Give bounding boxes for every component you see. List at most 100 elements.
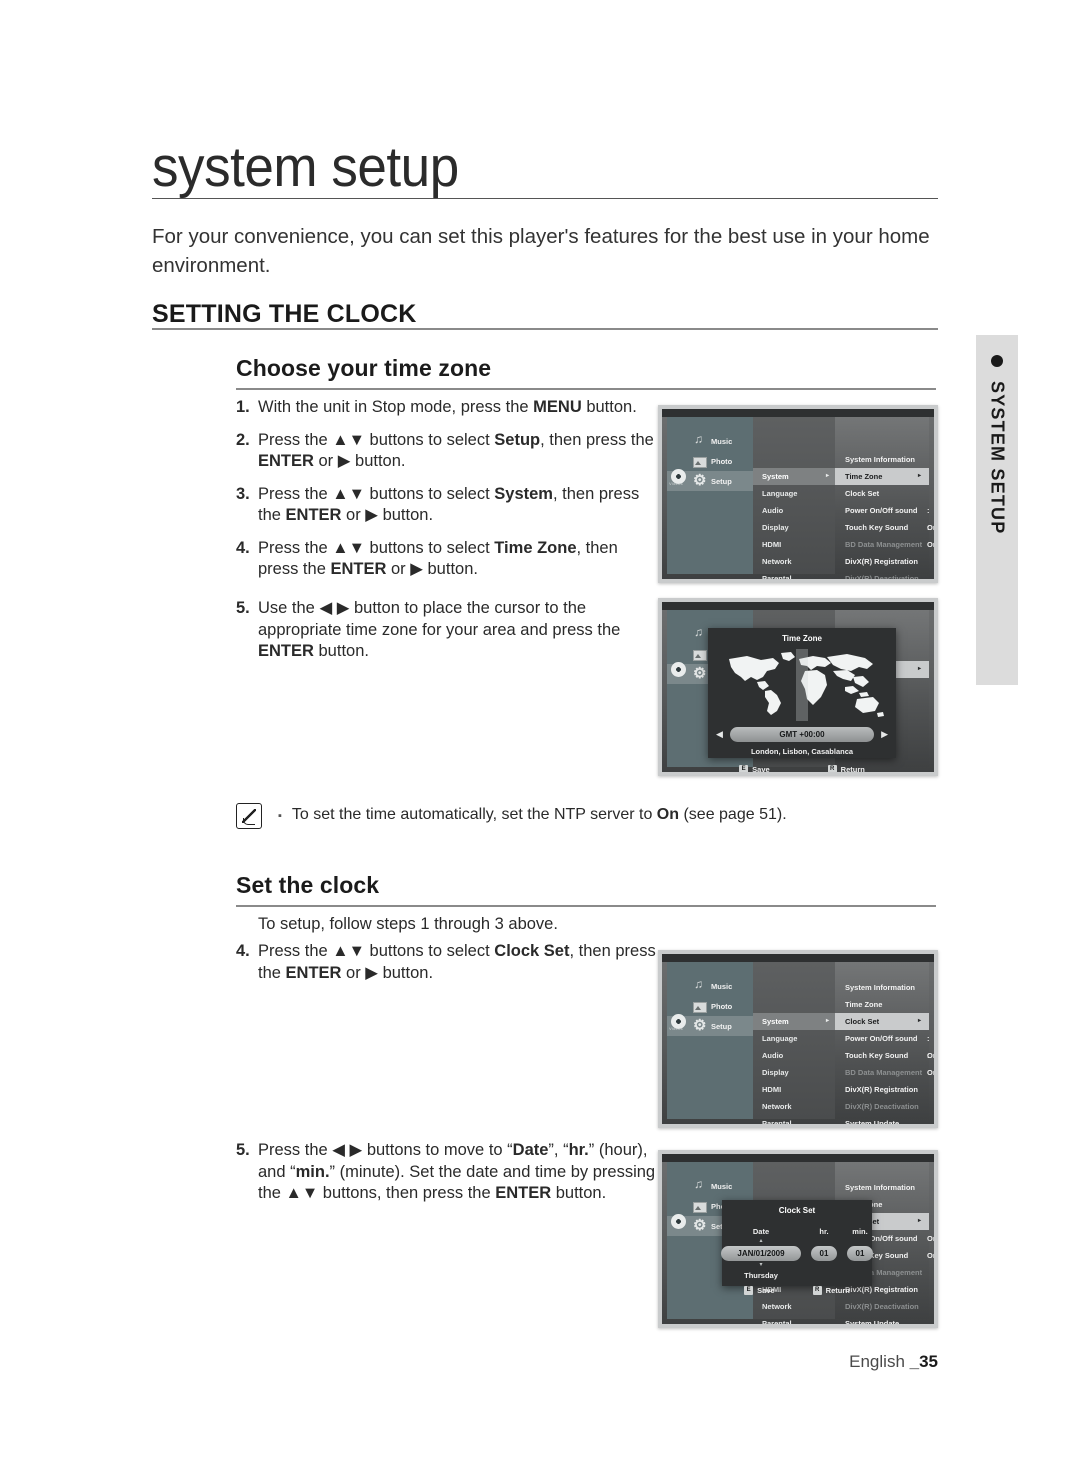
return-button[interactable]: R Return: [812, 1286, 850, 1295]
osd-option-item[interactable]: DivX(R) Deactivation: [835, 570, 929, 579]
step-item: 4. Press the ▲▼ buttons to select Time Zo…: [236, 538, 656, 581]
osd-category-item[interactable]: Language: [753, 485, 835, 502]
enter-key-icon: E: [739, 765, 749, 772]
return-label: Return: [825, 1286, 850, 1295]
osd-category-item[interactable]: Parental: [753, 1315, 835, 1324]
photo-icon: [693, 1200, 707, 1213]
osd-category-item[interactable]: System: [753, 1013, 835, 1030]
disc-icon: [669, 1214, 689, 1230]
osd-option-item[interactable]: BD Data Management: [835, 1064, 929, 1081]
music-note-icon: [693, 977, 706, 993]
osd-option-item[interactable]: System Information: [835, 1179, 929, 1196]
modal-footer: E Save R Return: [708, 765, 896, 772]
minute-value[interactable]: 01: [847, 1246, 873, 1261]
osd-option-item[interactable]: System Update: [835, 1315, 929, 1324]
osd-category-item[interactable]: Language: [753, 1030, 835, 1047]
osd-option-label: Time Zone: [845, 1000, 883, 1009]
note-box: ▪ To set the time automatically, set the…: [236, 803, 787, 829]
osd-category-item[interactable]: HDMI: [753, 536, 835, 553]
return-button[interactable]: R Return: [827, 765, 865, 772]
photo-icon: [693, 455, 707, 468]
osd-category-item[interactable]: Parental: [753, 570, 835, 579]
osd-option-label: System Update: [845, 1319, 900, 1324]
osd-option-item[interactable]: DivX(R) Registration: [835, 1081, 929, 1098]
gmt-city-list: London, Lisbon, Casablanca: [750, 747, 854, 756]
save-label: Save: [757, 1286, 775, 1295]
gear-icon: [693, 1216, 706, 1234]
caret-up-icon[interactable]: ▴: [721, 1238, 801, 1244]
step-number: 3.: [236, 484, 250, 503]
intro-paragraph: For your convenience, you can set this p…: [152, 225, 930, 277]
nav-item-music[interactable]: Music: [667, 1176, 753, 1196]
osd-option-item[interactable]: Clock Set: [835, 1013, 929, 1030]
hour-field-group[interactable]: hr. . 01: [811, 1227, 837, 1280]
step-text: Press the ▲▼ buttons to select Time Zone…: [258, 538, 618, 579]
osd-category-item[interactable]: Audio: [753, 1047, 835, 1064]
caret-down-icon[interactable]: ▾: [721, 1262, 801, 1268]
music-note-icon: [693, 432, 706, 448]
osd-category-item[interactable]: Audio: [753, 502, 835, 519]
nav-item-photo[interactable]: Photo: [667, 451, 753, 471]
bullet-dot-icon: [991, 355, 1003, 367]
save-button[interactable]: E Save: [744, 1286, 775, 1295]
title-divider: [152, 198, 938, 199]
subsection-title: Choose your time zone: [236, 355, 492, 381]
return-key-icon: R: [812, 1286, 822, 1295]
osd-option-item[interactable]: Power On/Off sound: On: [835, 502, 934, 532]
return-key-icon: R: [827, 765, 837, 772]
osd-category-item[interactable]: Network: [753, 553, 835, 570]
osd-option-item[interactable]: Touch Key Sound: On: [835, 519, 934, 549]
osd-option-item[interactable]: BD Data Management: [835, 536, 929, 553]
osd-top-bar: [662, 409, 934, 417]
nav-label: Music: [711, 981, 733, 991]
date-field-group[interactable]: Date ▴ JAN/01/2009 ▾ Thursday: [721, 1227, 801, 1280]
nav-item-music[interactable]: Music: [667, 976, 753, 996]
osd-option-label: BD Data Management: [845, 540, 923, 549]
minute-field-group[interactable]: min. . 01: [847, 1227, 873, 1280]
osd-category-item[interactable]: Network: [753, 1098, 835, 1115]
osd-option-item[interactable]: Time Zone: [835, 996, 929, 1013]
step-text: Press the ▲▼ buttons to select System, t…: [258, 484, 640, 525]
gear-icon: [693, 471, 706, 489]
disc-label: Videos: [669, 1026, 683, 1031]
osd-option-label: System Update: [845, 1119, 900, 1124]
timezone-selector[interactable]: ◀ GMT +00:00 ▶: [708, 727, 896, 742]
modal-title: Time Zone: [782, 634, 822, 643]
osd-option-label: Touch Key Sound: [845, 1051, 909, 1060]
side-tab-system-setup: SYSTEM SETUP: [976, 335, 1018, 685]
osd-option-item[interactable]: Clock Set: [835, 485, 929, 502]
save-button[interactable]: E Save: [739, 765, 770, 772]
chevron-right-icon[interactable]: ▶: [881, 729, 888, 740]
weekday-label: Thursday: [744, 1271, 778, 1280]
disc-icon: Videos: [669, 1014, 689, 1031]
screenshot-system-menu-timezone: Music Photo Setup Videos SystemLanguageA…: [658, 405, 938, 583]
osd-option-item[interactable]: System Update: [835, 1115, 929, 1124]
photo-icon: [693, 1000, 707, 1013]
step-item: 5. Press the ◀ ▶ buttons to move to “Date…: [236, 1140, 656, 1205]
osd-option-item[interactable]: Power On/Off sound: On: [835, 1030, 934, 1060]
date-value[interactable]: JAN/01/2009: [721, 1246, 801, 1261]
osd-option-item[interactable]: DivX(R) Deactivation: [835, 1098, 929, 1115]
osd-option-item[interactable]: System Information: [835, 451, 929, 468]
osd-category-item[interactable]: HDMI: [753, 1081, 835, 1098]
osd-top-bar: [662, 954, 934, 962]
osd-category-item[interactable]: Display: [753, 1064, 835, 1081]
nav-item-music[interactable]: Music: [667, 431, 753, 451]
osd-option-item[interactable]: Time Zone: [835, 468, 929, 485]
page-footer: English _35: [849, 1352, 938, 1372]
osd-option-item[interactable]: DivX(R) Registration: [835, 553, 929, 570]
osd-category-item[interactable]: Parental: [753, 1115, 835, 1124]
osd-option-label: Power On/Off sound: [845, 1034, 918, 1043]
osd-option-item[interactable]: System Information: [835, 979, 929, 996]
osd-category-item[interactable]: System: [753, 468, 835, 485]
osd-category-item[interactable]: Display: [753, 519, 835, 536]
osd-option-label: DivX(R) Deactivation: [845, 1302, 919, 1311]
hour-value[interactable]: 01: [811, 1246, 837, 1261]
step-number: 2.: [236, 430, 250, 449]
world-map: [713, 649, 891, 721]
nav-item-photo[interactable]: Photo: [667, 996, 753, 1016]
osd-option-item[interactable]: Touch Key Sound: On: [835, 1047, 934, 1077]
subsection-divider: [236, 388, 936, 390]
chevron-left-icon[interactable]: ◀: [716, 729, 723, 740]
subsection-clock-header: Set the clock: [236, 872, 936, 907]
